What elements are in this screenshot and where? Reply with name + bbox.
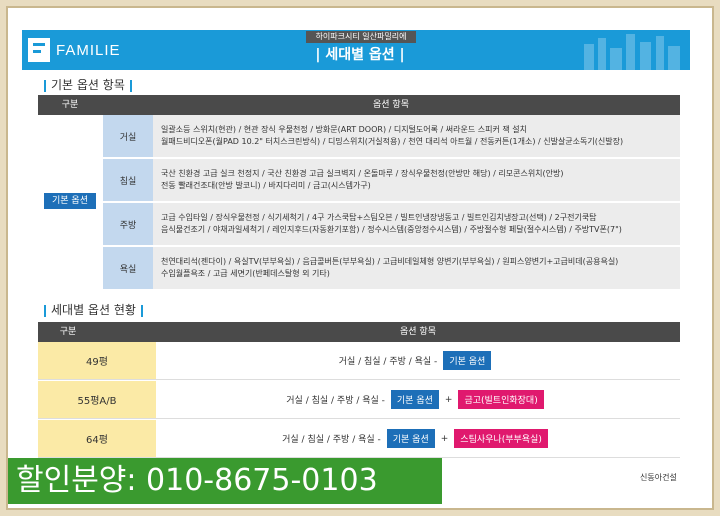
city-skyline-icon — [580, 30, 690, 70]
plus-sign: + — [440, 433, 449, 444]
extra-option-badge: 스팀사우나(부부욕실) — [454, 429, 548, 448]
basic-row-bathroom: 욕실 천연대리석(젠다이) / 욕실TV(부부욕실) / 음급콜버튼(부부욕실)… — [103, 247, 680, 291]
option-line: 천연대리석(젠다이) / 욕실TV(부부욕실) / 음급콜버튼(부부욕실) / … — [161, 257, 619, 266]
option-line: 국산 친환경 고급 실크 천정지 / 국산 친환경 고급 실크벽지 / 온돌마루… — [161, 169, 564, 178]
rooms-text: 거실 / 침실 / 주방 / 욕실 - — [338, 357, 438, 367]
basic-row-bedroom: 침실 국산 친환경 고급 실크 천정지 / 국산 친환경 고급 실크벽지 / 온… — [103, 159, 680, 203]
extra-option-badge: 금고(빌트인화장대) — [458, 390, 544, 409]
housing-section-title: 세대별 옵션 현황 — [44, 301, 148, 318]
option-line: 월패드비디오폰(월PAD 10.2" 터치스크린방식) / 디밍스위치(거실적용… — [161, 137, 624, 146]
rooms-text: 거실 / 침실 / 주방 / 욕실 - — [282, 435, 381, 445]
room-label: 거실 — [103, 115, 153, 157]
option-line: 고급 수입타일 / 장식우물천정 / 식기세척기 / 4구 가스쿡탑+스팀오븐 … — [161, 213, 597, 222]
option-line: 일괄소등 스위치(현관) / 현관 장식 우물천정 / 방화문(ART DOOR… — [161, 125, 528, 134]
option-line: 수입월플욕조 / 고급 세면기(반페데스탈형 외 기타) — [161, 269, 330, 278]
housing-col-category: 구분 — [59, 327, 77, 337]
rooms-text: 거실 / 침실 / 주방 / 욕실 - — [286, 396, 385, 406]
room-label: 주방 — [103, 203, 153, 245]
unit-size-label: 55평A/B — [38, 381, 156, 418]
basic-option-badge: 기본 옵션 — [443, 351, 492, 370]
basic-col-items: 옵션 항목 — [373, 100, 409, 110]
housing-row-64: 64평 거실 / 침실 / 주방 / 욕실 - 기본 옵션 + 스팀사우나(부부… — [38, 420, 680, 458]
room-label: 침실 — [103, 159, 153, 201]
room-label: 욕실 — [103, 247, 153, 289]
builder-logo: 신동아건설 — [640, 473, 677, 482]
familie-logo: FAMILIE — [28, 38, 121, 62]
subtitle-label: 하이파크시티 일산파밀리에 — [306, 31, 416, 43]
option-line: 음식물건조기 / 야채과일세척기 / 레인지후드(자동환기포함) / 정수시스템… — [161, 225, 622, 234]
basic-section-title: 기본 옵션 항목 — [44, 76, 137, 93]
basic-table-header: 구분 옵션 항목 — [38, 95, 680, 115]
basic-col-category: 구분 — [61, 100, 79, 110]
page-title: | 세대별 옵션 | — [315, 47, 405, 63]
logo-text: FAMILIE — [56, 41, 121, 59]
housing-row-49: 49평 거실 / 침실 / 주방 / 욕실 - 기본 옵션 — [38, 342, 680, 380]
plus-sign: + — [444, 394, 453, 405]
unit-size-label: 64평 — [38, 420, 156, 457]
basic-option-badge: 기본 옵션 — [386, 429, 435, 448]
unit-size-label: 49평 — [38, 342, 156, 379]
option-line: 전동 빨래건조대(안방 발코니) / 바지다리미 / 금고(시스템가구) — [161, 181, 371, 190]
logo-icon — [28, 38, 50, 62]
housing-table-header: 구분 옵션 항목 — [38, 322, 680, 342]
basic-option-badge: 기본 옵션 — [390, 390, 439, 409]
basic-row-kitchen: 주방 고급 수입타일 / 장식우물천정 / 식기세척기 / 4구 가스쿡탑+스팀… — [103, 203, 680, 247]
basic-row-living: 거실 일괄소등 스위치(현관) / 현관 장식 우물천정 / 방화문(ART D… — [103, 115, 680, 159]
housing-col-items: 옵션 항목 — [400, 327, 436, 337]
basic-option-group-label: 기본 옵션 — [44, 193, 96, 209]
housing-row-55: 55평A/B 거실 / 침실 / 주방 / 욕실 - 기본 옵션 + 금고(빌트… — [38, 381, 680, 419]
promo-phone-banner[interactable]: 할인분양: 010-8675-0103 — [8, 458, 442, 504]
